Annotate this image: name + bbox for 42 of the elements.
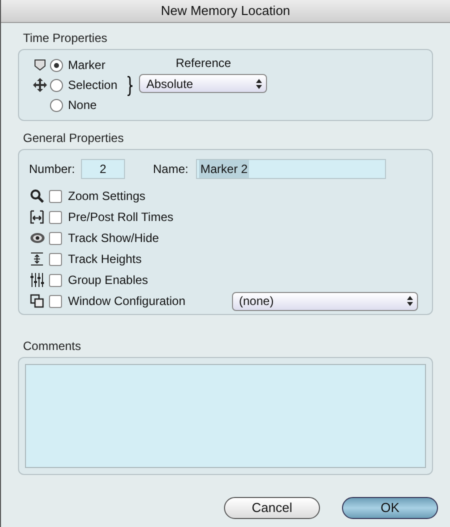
cancel-button[interactable]: Cancel bbox=[224, 497, 320, 519]
radio-button[interactable] bbox=[50, 78, 63, 92]
checkbox-label: Group Enables bbox=[68, 272, 150, 289]
radio-button[interactable] bbox=[50, 58, 63, 72]
four-arrow-icon bbox=[33, 78, 47, 92]
bracket-arrows-icon bbox=[30, 210, 44, 224]
window-config-select[interactable]: (none) bbox=[232, 292, 418, 310]
name-label: Name: bbox=[153, 161, 188, 178]
radio-label: None bbox=[68, 97, 97, 114]
eye-icon bbox=[30, 232, 44, 244]
group-label: Time Properties bbox=[22, 30, 108, 47]
checkbox[interactable] bbox=[49, 190, 62, 202]
ok-button[interactable]: OK bbox=[342, 497, 438, 519]
checkbox-label: Track Heights bbox=[68, 251, 143, 268]
radio-button[interactable] bbox=[50, 98, 63, 112]
search-icon bbox=[30, 189, 44, 203]
radio-label: Marker bbox=[68, 57, 106, 74]
faders-icon bbox=[30, 273, 44, 287]
stepper-icon bbox=[255, 78, 264, 90]
checkbox-label: Window Configuration bbox=[68, 293, 186, 310]
reference-label: Reference bbox=[176, 55, 232, 72]
checkbox-label: Zoom Settings bbox=[68, 188, 146, 205]
shield-icon bbox=[34, 59, 46, 71]
windows-icon bbox=[30, 294, 44, 308]
window-title: New Memory Location bbox=[160, 2, 290, 20]
checkbox[interactable] bbox=[49, 274, 62, 286]
group-label: Comments bbox=[22, 338, 82, 355]
track-heights-icon bbox=[30, 252, 44, 266]
brace-icon bbox=[127, 76, 134, 96]
name-field[interactable]: Marker 2 bbox=[196, 159, 386, 179]
checkbox-label: Pre/Post Roll Times bbox=[68, 209, 174, 226]
checkbox[interactable] bbox=[49, 232, 62, 244]
radio-label: Selection bbox=[68, 77, 118, 94]
group-label: General Properties bbox=[22, 130, 125, 147]
checkbox[interactable] bbox=[49, 252, 62, 266]
checkbox[interactable] bbox=[49, 210, 62, 224]
number-field[interactable]: 2 bbox=[81, 159, 126, 179]
reference-select[interactable]: Absolute bbox=[139, 74, 268, 93]
checkbox-label: Track Show/Hide bbox=[68, 230, 160, 247]
checkbox[interactable] bbox=[49, 294, 62, 308]
stepper-icon bbox=[406, 295, 414, 307]
number-label: Number: bbox=[29, 161, 76, 178]
